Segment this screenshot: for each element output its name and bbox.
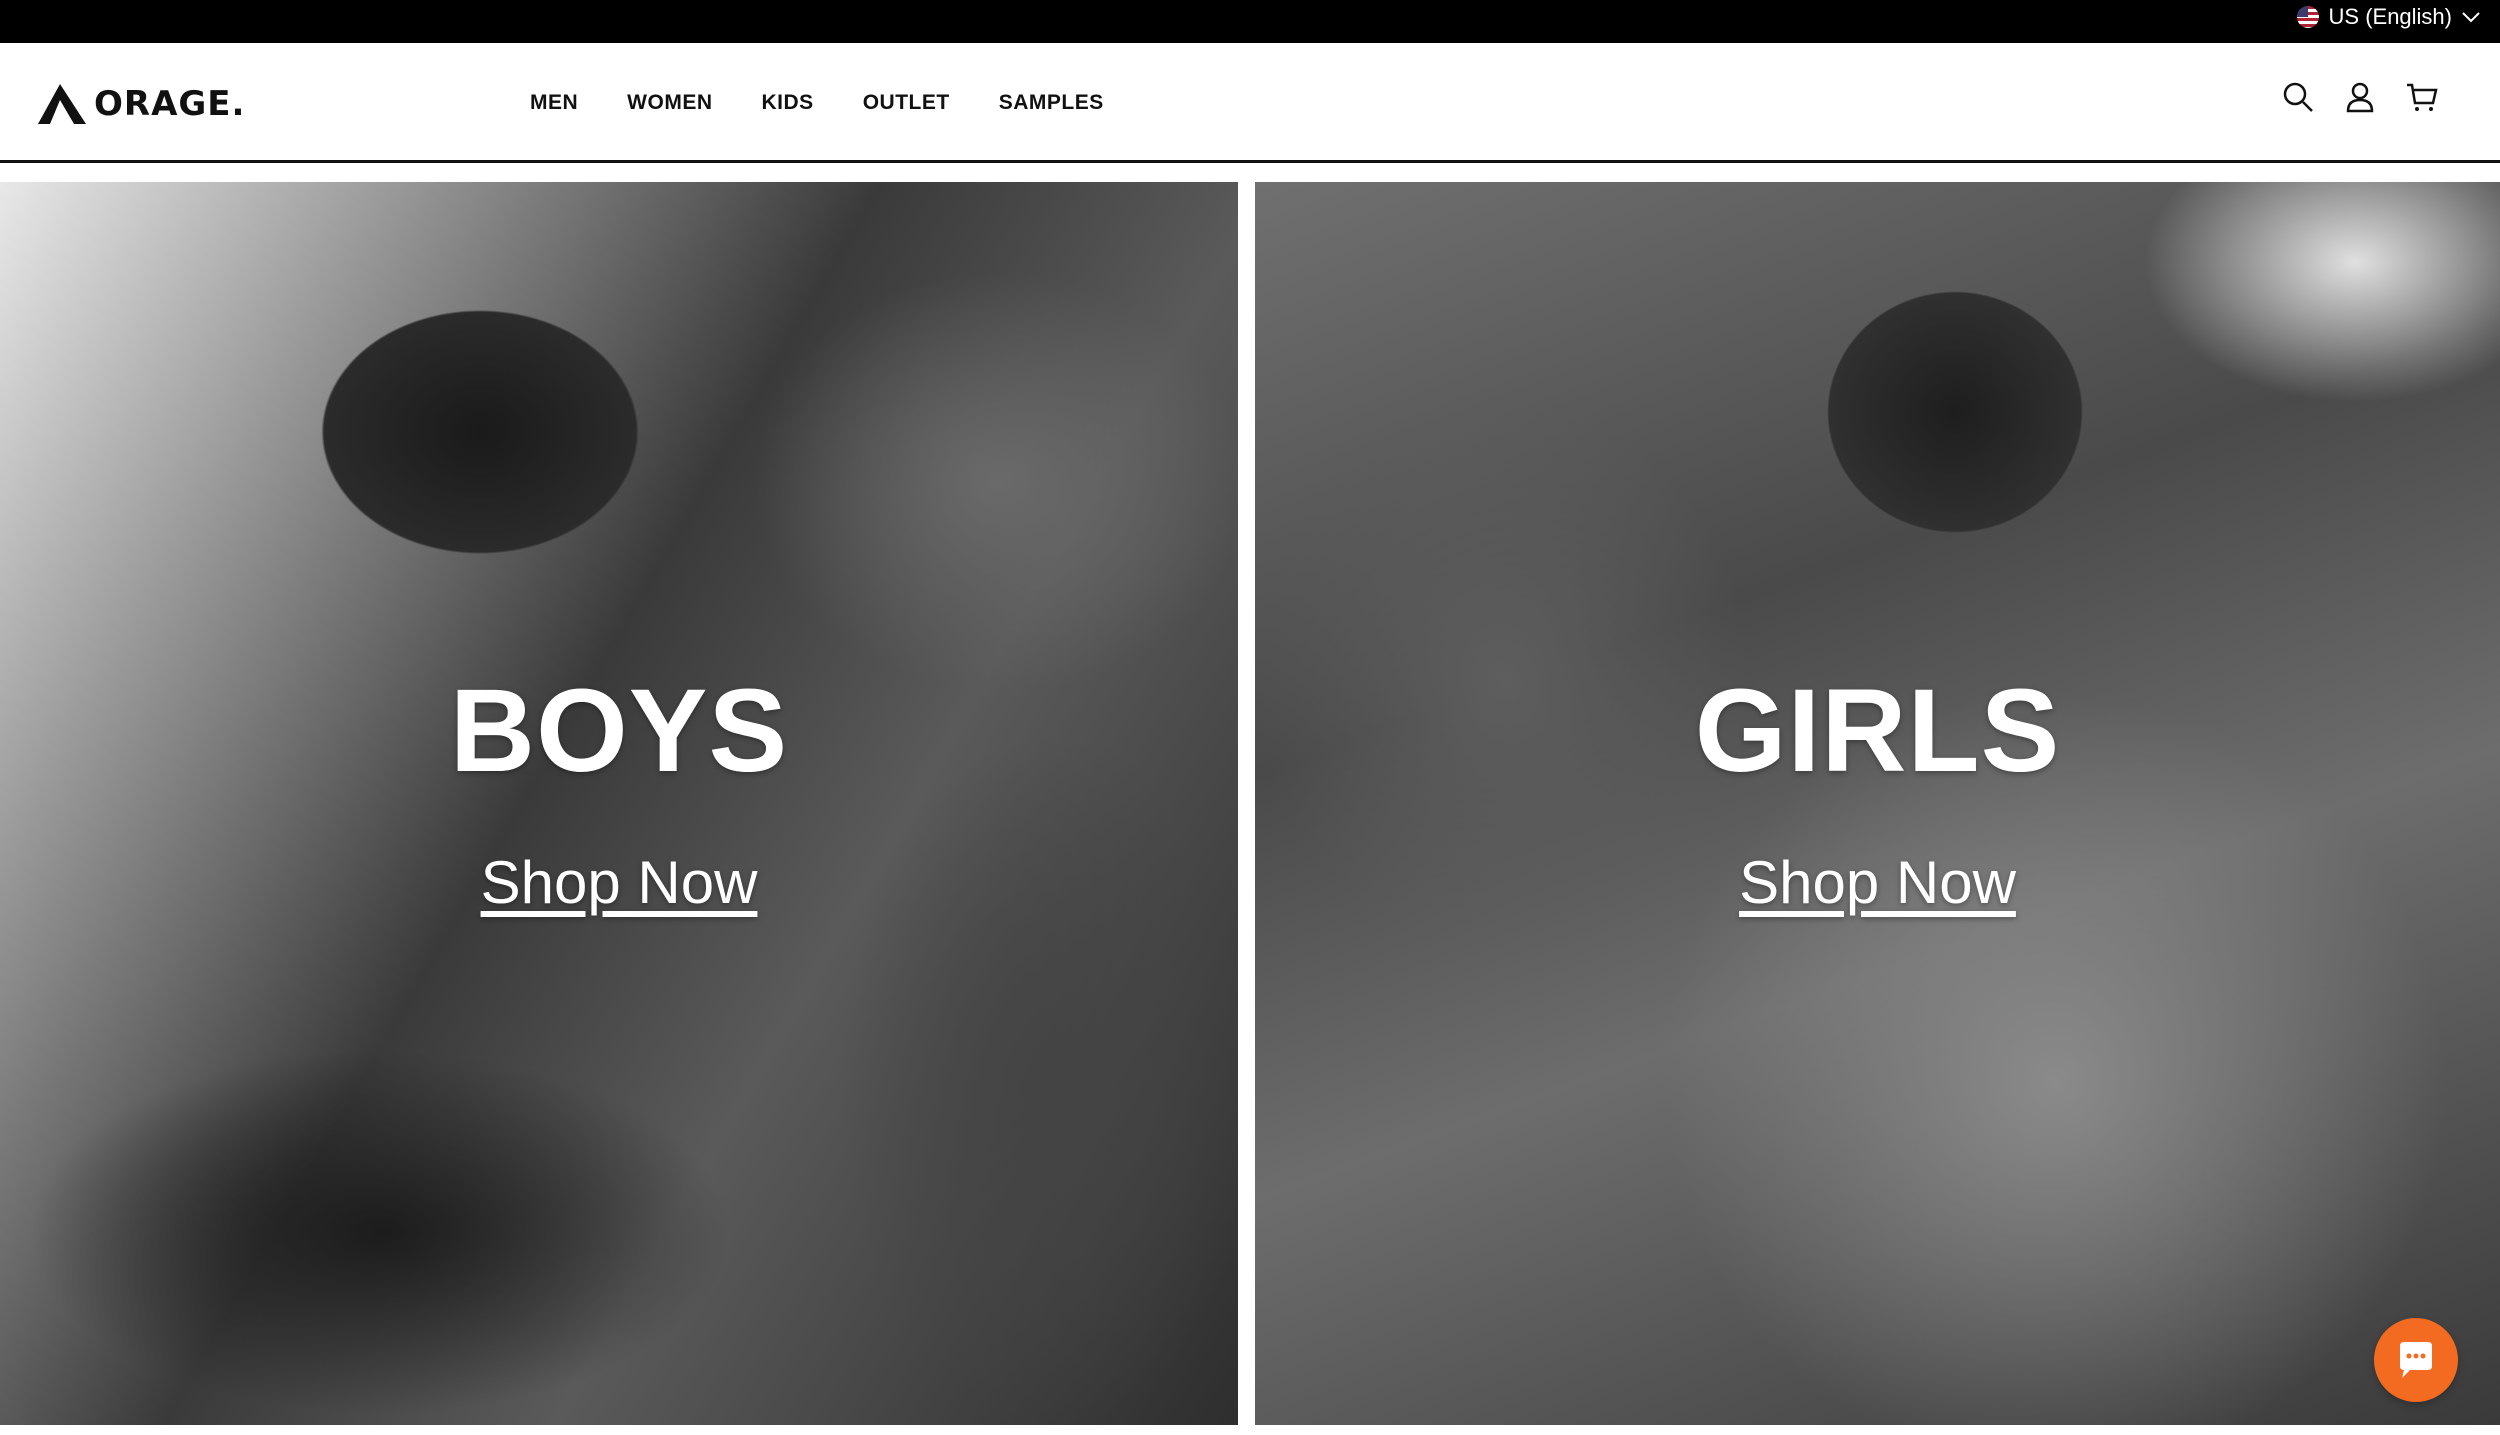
nav-item-women[interactable]: WOMEN [627, 91, 712, 115]
girls-shop-now-link[interactable]: Shop Now [1739, 848, 2016, 917]
brand-logo[interactable]: ORAGE. [38, 81, 245, 126]
boys-panel-content: BOYS Shop Now [0, 672, 1238, 917]
search-button[interactable] [2280, 79, 2316, 115]
nav-item-samples[interactable]: SAMPLES [999, 91, 1104, 115]
nav-item-kids[interactable]: KIDS [762, 91, 814, 115]
header-icons [2280, 79, 2440, 115]
account-button[interactable] [2342, 79, 2378, 115]
girls-title: GIRLS [1694, 665, 2061, 797]
nav-item-outlet[interactable]: OUTLET [863, 91, 950, 115]
locale-selector[interactable]: US (English) [2296, 0, 2480, 33]
boys-title: BOYS [449, 665, 789, 797]
cart-icon [2407, 83, 2438, 111]
site-header: ORAGE. MEN WOMEN KIDS OUTLET SAMPLES [0, 43, 2500, 163]
cart-button[interactable] [2404, 79, 2440, 115]
search-icon [2283, 82, 2313, 112]
chevron-down-icon [2462, 11, 2480, 22]
top-announcement-bar: US (English) [0, 0, 2500, 43]
chat-button[interactable] [2374, 1318, 2458, 1402]
orage-mountain-logo-icon [38, 83, 86, 124]
main-nav: MEN WOMEN KIDS OUTLET SAMPLES [530, 91, 1104, 115]
locale-label: US (English) [2328, 3, 2452, 29]
chat-bubble-icon [2400, 1342, 2432, 1378]
girls-collection-panel[interactable]: GIRLS Shop Now [1255, 182, 2500, 1425]
account-icon [2346, 82, 2374, 113]
logo-text: ORAGE. [94, 83, 246, 124]
us-flag-icon [2296, 5, 2319, 28]
boys-shop-now-link[interactable]: Shop Now [481, 848, 758, 917]
boys-collection-panel[interactable]: BOYS Shop Now [0, 182, 1238, 1425]
girls-panel-content: GIRLS Shop Now [1255, 672, 2500, 917]
nav-item-men[interactable]: MEN [530, 91, 578, 115]
